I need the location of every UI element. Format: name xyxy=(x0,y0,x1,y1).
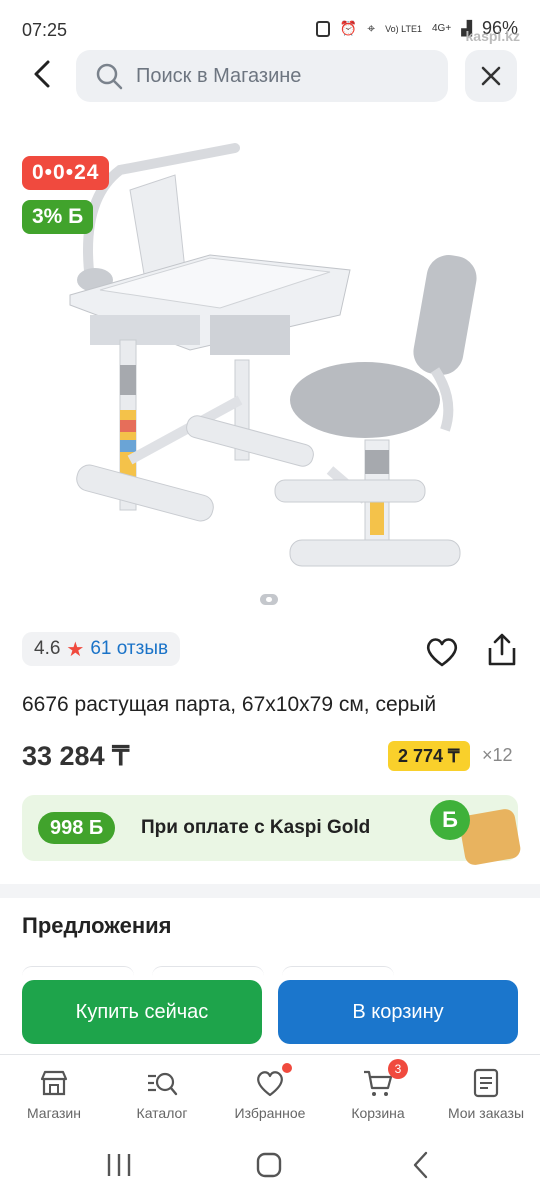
installment-badge[interactable]: 2 774 ₸ xyxy=(388,741,470,771)
back-nav-icon[interactable] xyxy=(406,1150,436,1180)
back-button[interactable] xyxy=(24,56,60,92)
nav-label: Мои заказы xyxy=(447,1105,525,1121)
buy-now-button[interactable]: Купить сейчас xyxy=(22,980,262,1044)
cart-badge: 3 xyxy=(388,1059,408,1079)
status-bar: 07:25 ⏰ ⌖ Vo) LTE1 4G+ ▟ 96% kaspi.kz xyxy=(0,0,540,50)
offer-tabs xyxy=(22,966,522,976)
android-system-nav xyxy=(0,1134,540,1200)
chevron-left-icon xyxy=(34,60,50,88)
nav-label: Магазин xyxy=(26,1105,81,1121)
star-icon: ★ xyxy=(66,638,85,661)
product-image[interactable] xyxy=(60,140,480,570)
home-icon[interactable] xyxy=(254,1150,284,1180)
product-price: 33 284 ₸ xyxy=(22,741,130,771)
nav-item-cart[interactable]: 3 Корзина xyxy=(324,1059,432,1121)
offers-title: Предложения xyxy=(22,913,172,938)
bonus-coin-icon: Б xyxy=(430,800,470,840)
network-label: Vo) LTE1 xyxy=(385,23,422,34)
rating-chip[interactable]: 4.6 ★ 61 отзыв xyxy=(22,632,181,666)
gold-banner-text: При оплате с Kaspi Gold xyxy=(141,817,371,838)
notification-icon xyxy=(315,20,330,37)
search-box[interactable]: Поиск в Магазине xyxy=(76,50,448,102)
add-to-cart-button[interactable]: В корзину xyxy=(278,980,518,1044)
nav-label: Каталог xyxy=(136,1105,188,1121)
nav-label: Избранное xyxy=(234,1105,306,1121)
network-type: 4G+ xyxy=(432,23,452,34)
nav-item-orders[interactable]: Мои заказы xyxy=(432,1067,540,1121)
search-input[interactable]: Поиск в Магазине xyxy=(136,65,301,88)
status-time: 07:25 xyxy=(22,20,68,40)
reviews-link[interactable]: 61 отзыв xyxy=(90,638,168,660)
recent-apps-icon[interactable] xyxy=(104,1150,134,1180)
catalog-search-icon xyxy=(148,1072,178,1096)
alarm-icon: ⏰ xyxy=(339,20,358,36)
orders-icon xyxy=(473,1068,499,1098)
share-icon[interactable] xyxy=(484,632,520,668)
shop-icon xyxy=(40,1070,68,1096)
watermark: kaspi.kz xyxy=(465,28,520,44)
bonus-badge: 3% Б xyxy=(22,200,94,234)
nav-item-favorites[interactable]: Избранное xyxy=(216,1063,324,1121)
location-icon: ⌖ xyxy=(367,20,376,36)
favorites-dot xyxy=(282,1063,292,1073)
offer-tab[interactable] xyxy=(22,966,134,976)
nav-item-shop[interactable]: Магазин xyxy=(0,1067,108,1121)
image-pager-dot xyxy=(260,594,278,605)
favorite-heart-icon[interactable] xyxy=(424,634,460,670)
offer-tab[interactable] xyxy=(152,966,264,976)
rating-value: 4.6 xyxy=(34,638,61,659)
close-button[interactable] xyxy=(465,50,517,102)
offer-tab[interactable] xyxy=(282,966,394,976)
cart-icon-wrap: 3 xyxy=(362,1059,408,1099)
gold-bonus-pill: 998 Б xyxy=(38,812,116,844)
close-icon xyxy=(481,66,501,86)
section-divider xyxy=(0,884,540,898)
heart-icon-wrap xyxy=(254,1063,292,1099)
search-icon xyxy=(96,63,123,90)
installment-months: ×12 xyxy=(482,745,513,765)
product-title: 6676 растущая парта, 67x10x79 см, серый xyxy=(22,693,437,716)
timer-badge: 0•0•24 xyxy=(22,156,110,190)
nav-item-catalog[interactable]: Каталог xyxy=(108,1067,216,1121)
bottom-nav: Магазин Каталог Избранное 3 Корзина Мои … xyxy=(0,1054,540,1134)
heart-icon xyxy=(257,1071,283,1097)
nav-label: Корзина xyxy=(351,1105,405,1121)
